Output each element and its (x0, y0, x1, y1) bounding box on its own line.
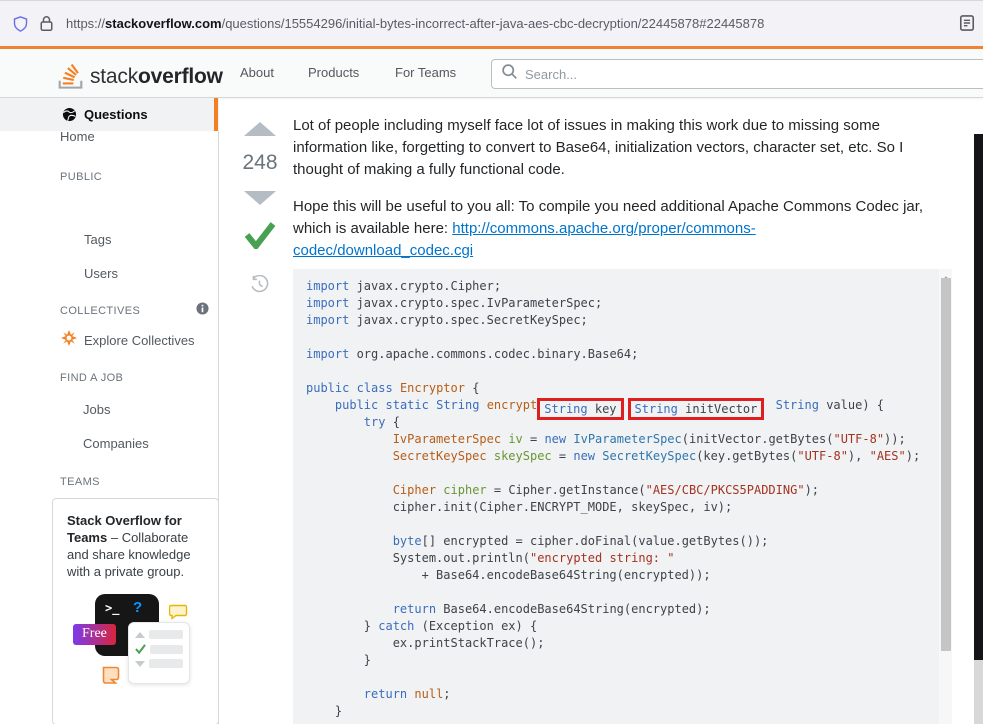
browser-address-bar[interactable]: https://stackoverflow.com/questions/1555… (0, 1, 983, 46)
code-line: byte[] encrypted = cipher.doFinal(value.… (306, 533, 952, 550)
logo-word-overflow: overflow (138, 65, 223, 88)
answer-body: Lot of people including myself face lot … (293, 115, 930, 262)
search-icon (501, 63, 518, 85)
selected-item-accent (214, 98, 218, 131)
sidebar-item-explore-collectives[interactable]: Explore Collectives (84, 333, 195, 348)
code-line: } (306, 652, 952, 669)
vote-cell: 248 (243, 122, 277, 254)
code-line: Cipher cipher = Cipher.getInstance("AES/… (306, 482, 952, 499)
page: https://stackoverflow.com/questions/1555… (0, 0, 983, 724)
sidebar-item-questions-label: Questions (84, 107, 148, 122)
code-line (306, 516, 952, 533)
sidebar-item-jobs[interactable]: Jobs (83, 402, 110, 417)
search-box[interactable] (491, 59, 983, 89)
url-text[interactable]: https://stackoverflow.com/questions/1555… (66, 16, 764, 31)
nav-products[interactable]: Products (308, 65, 359, 80)
reader-mode-icon[interactable] (959, 14, 975, 37)
info-icon[interactable] (196, 302, 209, 320)
left-sidebar: Home PUBLIC Questions Tags Users COLLECT… (0, 98, 219, 724)
sidebar-section-public: PUBLIC (60, 171, 102, 183)
vote-count: 248 (242, 151, 277, 175)
code-line (306, 465, 952, 482)
nav-for-teams[interactable]: For Teams (395, 65, 456, 80)
sidebar-item-questions[interactable]: Questions (0, 98, 219, 131)
mini-downvote-icon (135, 661, 145, 667)
answer-paragraph-2: Hope this will be useful to you all: To … (293, 196, 930, 262)
logo-word-stack: stack (90, 65, 138, 88)
code-block: import javax.crypto.Cipher;import javax.… (293, 269, 952, 724)
tracking-protection-shield-icon[interactable] (12, 15, 29, 33)
code-line: ex.printStackTrace(); (306, 635, 952, 652)
padlock-icon[interactable] (39, 15, 54, 32)
code-line: import javax.crypto.spec.IvParameterSpec… (306, 295, 952, 312)
placeholder-bar (149, 630, 183, 639)
collectives-star-icon (61, 330, 77, 351)
url-path: /questions/15554296/initial-bytes-incorr… (222, 16, 765, 31)
nav-about[interactable]: About (240, 65, 274, 80)
timeline-history-icon[interactable] (250, 275, 269, 299)
terminal-question-mark: ? (133, 599, 142, 616)
code-line: public static String encryptString keySt… (306, 397, 952, 414)
code-line: import javax.crypto.Cipher; (306, 278, 952, 295)
upvote-button[interactable] (244, 122, 276, 136)
mini-check-icon (135, 644, 146, 654)
code-line: IvParameterSpec iv = new IvParameterSpec… (306, 431, 952, 448)
url-domain: stackoverflow.com (105, 16, 222, 31)
code-line (306, 584, 952, 601)
sidebar-section-collectives: COLLECTIVES (60, 305, 140, 317)
window-edge-dark-strip (974, 134, 983, 660)
highlight-box: String initVector (628, 398, 765, 420)
sidebar-section-find-a-job: FIND A JOB (60, 372, 123, 384)
terminal-prompt-text: >_ (105, 601, 119, 615)
code-scrollbar-thumb[interactable] (941, 278, 951, 651)
accepted-answer-check-icon (244, 222, 276, 254)
teams-promo-card: Stack Overflow for Teams – Collaborate a… (52, 498, 219, 724)
code-line (306, 363, 952, 380)
speech-bubble-orange-icon (101, 666, 121, 689)
downvote-button[interactable] (244, 191, 276, 205)
code-line: import javax.crypto.spec.SecretKeySpec; (306, 312, 952, 329)
window-edge-gray-strip (974, 660, 983, 724)
sidebar-item-tags[interactable]: Tags (84, 232, 111, 247)
mini-upvote-icon (135, 632, 145, 638)
code-line: public class Encryptor { (306, 380, 952, 397)
code-pre: import javax.crypto.Cipher;import javax.… (293, 269, 952, 720)
sidebar-item-home[interactable]: Home (60, 129, 95, 144)
placeholder-bar (149, 659, 183, 668)
code-line (306, 329, 952, 346)
answer-paragraph-1: Lot of people including myself face lot … (293, 115, 930, 181)
code-line: return Base64.encodeBase64String(encrypt… (306, 601, 952, 618)
highlight-box: String key (537, 398, 623, 420)
code-line: cipher.init(Cipher.ENCRYPT_MODE, skeySpe… (306, 499, 952, 516)
post-mini-card (128, 622, 190, 684)
code-line (306, 669, 952, 686)
code-line: System.out.println("encrypted string: " (306, 550, 952, 567)
globe-icon (62, 107, 77, 122)
code-line: import org.apache.commons.codec.binary.B… (306, 346, 952, 363)
placeholder-bar (150, 645, 183, 654)
free-badge: Free (73, 624, 116, 645)
search-input[interactable] (525, 67, 905, 82)
sidebar-section-teams: TEAMS (60, 476, 100, 488)
code-line: + Base64.encodeBase64String(encrypted)); (306, 567, 952, 584)
teams-illustration: >_ ? Free (53, 592, 218, 700)
code-line: SecretKeySpec skeySpec = new SecretKeySp… (306, 448, 952, 465)
stackoverflow-logo[interactable]: stackoverflow (57, 58, 223, 95)
code-line: return null; (306, 686, 952, 703)
sidebar-item-companies[interactable]: Companies (83, 436, 149, 451)
code-line: } catch (Exception ex) { (306, 618, 952, 635)
stackoverflow-logo-icon (57, 58, 84, 95)
code-line: } (306, 703, 952, 720)
url-scheme: https:// (66, 16, 105, 31)
sidebar-item-users[interactable]: Users (84, 266, 118, 281)
